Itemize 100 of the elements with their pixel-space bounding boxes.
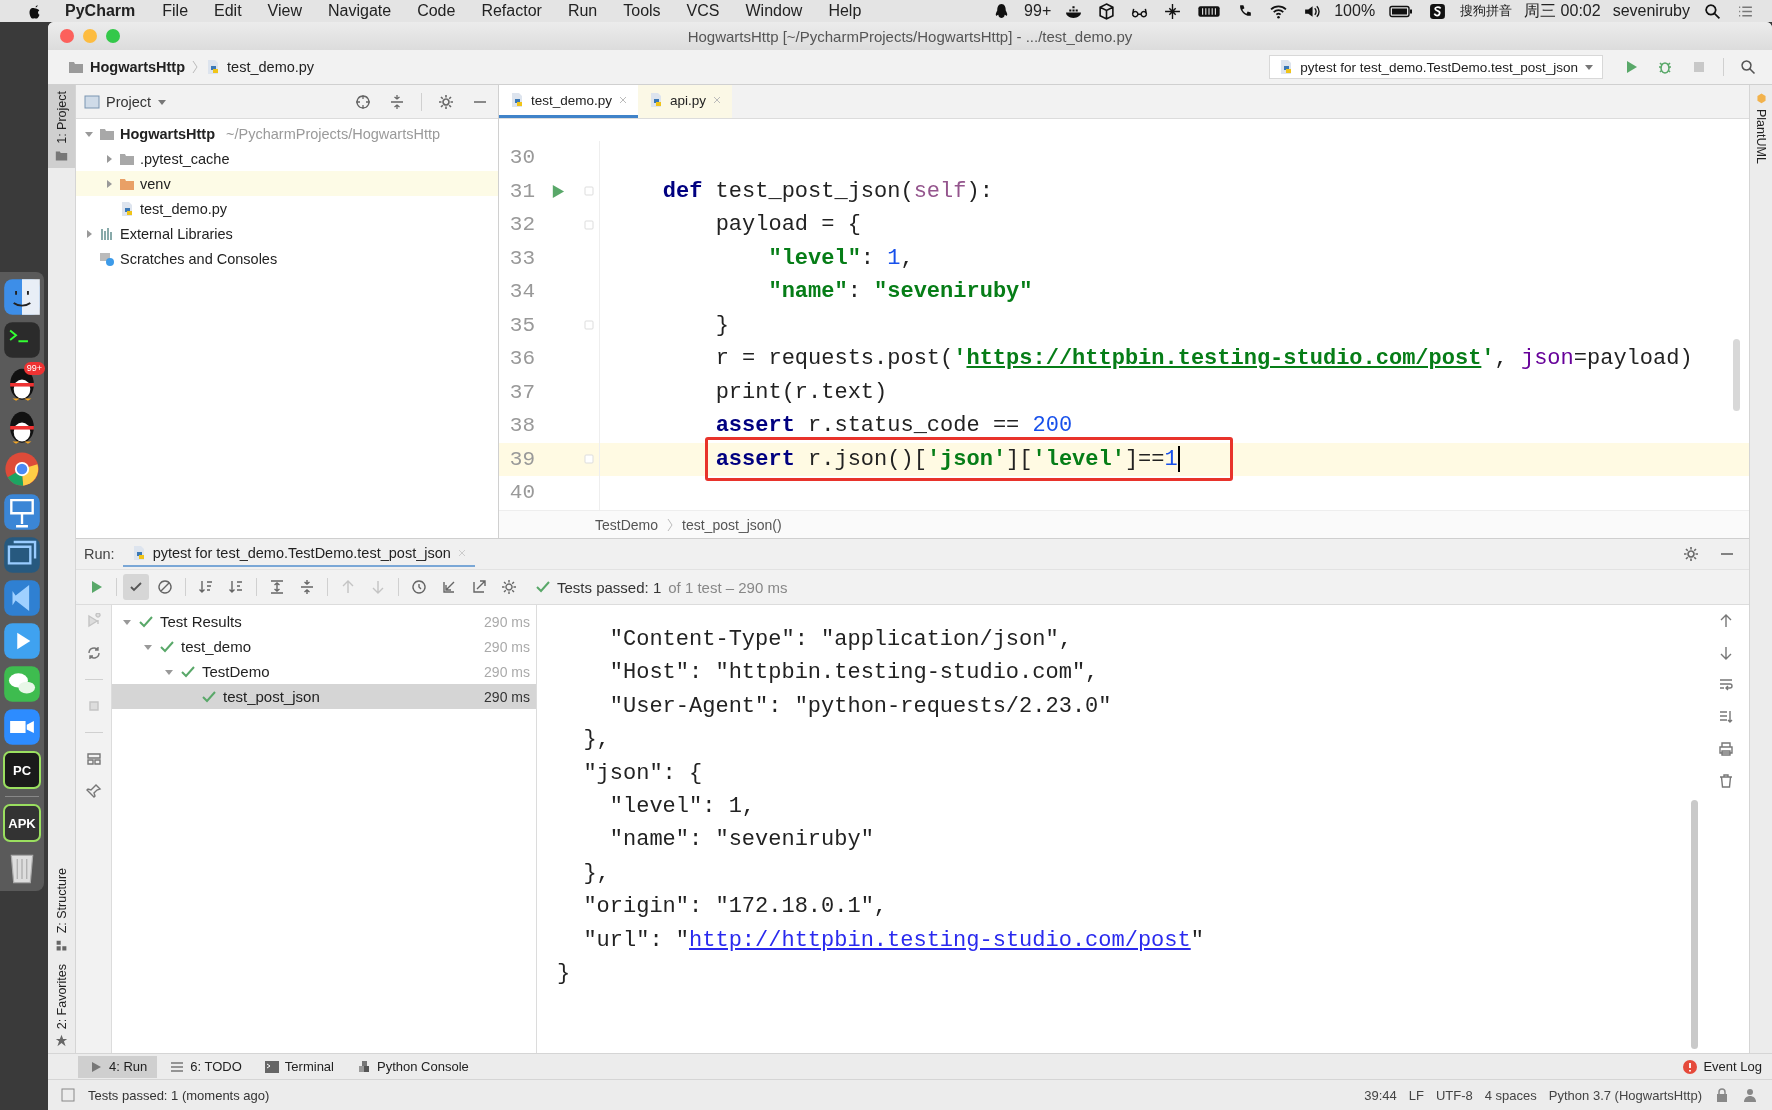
menu-item[interactable]: Window bbox=[745, 2, 803, 20]
status-item[interactable]: 4 spaces bbox=[1484, 1087, 1537, 1103]
menu-item[interactable]: Run bbox=[567, 2, 598, 20]
input-method-icon[interactable] bbox=[1429, 2, 1447, 20]
test-tree-item[interactable]: TestDemo 290 ms bbox=[112, 659, 536, 684]
show-passed-toggle[interactable] bbox=[123, 574, 149, 600]
import-icon[interactable] bbox=[441, 579, 457, 595]
menu-item[interactable]: Edit bbox=[214, 2, 242, 20]
structure-tool-tab[interactable]: Z: Structure bbox=[48, 862, 75, 958]
tool-window-tab[interactable]: Python Console bbox=[346, 1055, 479, 1078]
run-configuration-dropdown[interactable]: pytest for test_demo.TestDemo.test_post_json bbox=[1269, 55, 1603, 79]
menu-item[interactable]: View bbox=[267, 2, 302, 20]
breadcrumb-item[interactable]: test_post_json() bbox=[682, 516, 782, 533]
inspector-icon[interactable] bbox=[1742, 1087, 1758, 1103]
panel-toggle-icon[interactable] bbox=[60, 1087, 76, 1103]
fold-marker-icon[interactable] bbox=[583, 185, 595, 198]
podium-icon[interactable] bbox=[3, 493, 41, 531]
print-icon[interactable] bbox=[1718, 741, 1734, 757]
play-icon[interactable] bbox=[3, 622, 41, 660]
settings-icon[interactable] bbox=[438, 93, 454, 110]
editor-tab[interactable]: api.py bbox=[638, 85, 733, 118]
wifi-icon[interactable] bbox=[1270, 2, 1288, 20]
collapse-all-icon[interactable] bbox=[389, 93, 405, 110]
export-icon[interactable] bbox=[471, 579, 487, 595]
up-arrow-icon[interactable] bbox=[1718, 613, 1734, 629]
favorites-tool-tab[interactable]: 2: Favorites bbox=[48, 957, 75, 1053]
caret-icon[interactable] bbox=[104, 153, 114, 164]
menu-item[interactable]: Help bbox=[828, 2, 862, 20]
close-window-button[interactable] bbox=[60, 29, 74, 43]
input-method-label[interactable]: 搜狗拼音 bbox=[1460, 2, 1513, 20]
scrollbar-thumb[interactable] bbox=[1733, 339, 1740, 411]
scroll-to-end-icon[interactable] bbox=[1718, 709, 1734, 725]
tool-window-tab[interactable]: 6: TODO bbox=[159, 1055, 252, 1078]
test-tree-item[interactable]: test_demo 290 ms bbox=[112, 634, 536, 659]
fold-marker-icon[interactable] bbox=[583, 319, 595, 332]
collapse-all-icon[interactable] bbox=[299, 579, 315, 595]
expand-all-icon[interactable] bbox=[269, 579, 285, 595]
ribbon-icon[interactable] bbox=[3, 579, 41, 617]
down-arrow-icon[interactable] bbox=[1718, 645, 1734, 661]
test-tree-item[interactable]: Test Results 290 ms bbox=[112, 609, 536, 634]
search-icon[interactable] bbox=[1740, 59, 1756, 75]
caret-icon[interactable] bbox=[104, 178, 114, 189]
status-item[interactable]: 39:44 bbox=[1364, 1087, 1397, 1103]
lock-icon[interactable] bbox=[1714, 1087, 1730, 1103]
plantuml-tool-tab[interactable]: PlantUML bbox=[1750, 85, 1772, 170]
app-menu[interactable]: PyCharm bbox=[65, 2, 136, 20]
status-item[interactable]: LF bbox=[1408, 1087, 1424, 1103]
tree-item[interactable]: test_demo.py bbox=[76, 196, 498, 221]
crosshair-icon[interactable] bbox=[1164, 2, 1182, 20]
user-name[interactable]: seveniruby bbox=[1612, 2, 1690, 20]
menu-item[interactable]: Code bbox=[417, 2, 456, 20]
menu-item[interactable]: Refactor bbox=[481, 2, 542, 20]
layout-icon[interactable] bbox=[85, 751, 102, 767]
debug-icon[interactable] bbox=[1657, 59, 1673, 75]
locate-icon[interactable] bbox=[355, 93, 371, 110]
fold-marker-icon[interactable] bbox=[583, 453, 595, 466]
tree-item[interactable]: venv bbox=[76, 171, 498, 196]
breadcrumb-item[interactable]: HogwartsHttp bbox=[90, 59, 186, 75]
project-tool-tab[interactable]: 1: Project bbox=[48, 85, 75, 168]
settings-icon[interactable] bbox=[501, 579, 517, 595]
settings-icon[interactable] bbox=[1683, 546, 1699, 562]
file-icon[interactable]: APK bbox=[3, 804, 41, 842]
tree-item[interactable]: HogwartsHttp ~/PycharmProjects/HogwartsHttp bbox=[76, 121, 498, 146]
terminal-icon[interactable] bbox=[3, 321, 41, 359]
fold-marker-icon[interactable] bbox=[583, 218, 595, 231]
menu-item[interactable]: File bbox=[162, 2, 189, 20]
scrollbar-thumb[interactable] bbox=[1691, 800, 1698, 1049]
clock[interactable]: 周三 00:02 bbox=[1524, 0, 1601, 22]
chat-bubbles-icon[interactable] bbox=[3, 665, 41, 703]
status-item[interactable]: Python 3.7 (HogwartsHttp) bbox=[1548, 1087, 1702, 1103]
status-item[interactable]: UTF-8 bbox=[1435, 1087, 1473, 1103]
trash-icon[interactable] bbox=[1718, 773, 1734, 789]
search-icon[interactable] bbox=[1704, 2, 1721, 20]
ring-icon[interactable] bbox=[3, 450, 41, 488]
tree-item[interactable]: External Libraries bbox=[76, 221, 498, 246]
caret-icon[interactable] bbox=[84, 228, 94, 239]
auto-test-icon[interactable] bbox=[85, 645, 102, 661]
tool-window-tab[interactable]: 4: Run bbox=[78, 1055, 158, 1078]
test-tree-item[interactable]: test_post_json 290 ms bbox=[112, 684, 536, 709]
tree-item[interactable]: Scratches and Consoles bbox=[76, 246, 498, 271]
history-icon[interactable] bbox=[411, 579, 427, 595]
menu-item[interactable]: Tools bbox=[623, 2, 661, 20]
video-camera-icon[interactable] bbox=[3, 708, 41, 746]
menu-item[interactable]: Navigate bbox=[328, 2, 392, 20]
menu-item[interactable]: VCS bbox=[686, 2, 720, 20]
sort-alpha-icon[interactable] bbox=[198, 579, 214, 595]
cube-icon[interactable] bbox=[1098, 2, 1116, 20]
window-stack-icon[interactable] bbox=[3, 536, 41, 574]
breadcrumb-item[interactable]: test_demo.py bbox=[227, 59, 315, 75]
editor-tab[interactable]: test_demo.py bbox=[499, 85, 639, 118]
sort-duration-icon[interactable] bbox=[228, 579, 244, 595]
pin-icon[interactable] bbox=[85, 783, 102, 799]
cancel-icon[interactable] bbox=[157, 579, 173, 595]
breadcrumb-item[interactable]: TestDemo bbox=[595, 516, 659, 533]
event-log-tab[interactable]: Event Log bbox=[1672, 1055, 1772, 1078]
app-icon[interactable]: PC bbox=[3, 751, 41, 789]
project-view-dropdown[interactable]: Project bbox=[106, 93, 152, 110]
smiley-icon[interactable] bbox=[3, 278, 41, 316]
soft-wrap-icon[interactable] bbox=[1718, 677, 1734, 693]
run-tab[interactable]: pytest for test_demo.TestDemo.test_post_json bbox=[122, 541, 475, 567]
